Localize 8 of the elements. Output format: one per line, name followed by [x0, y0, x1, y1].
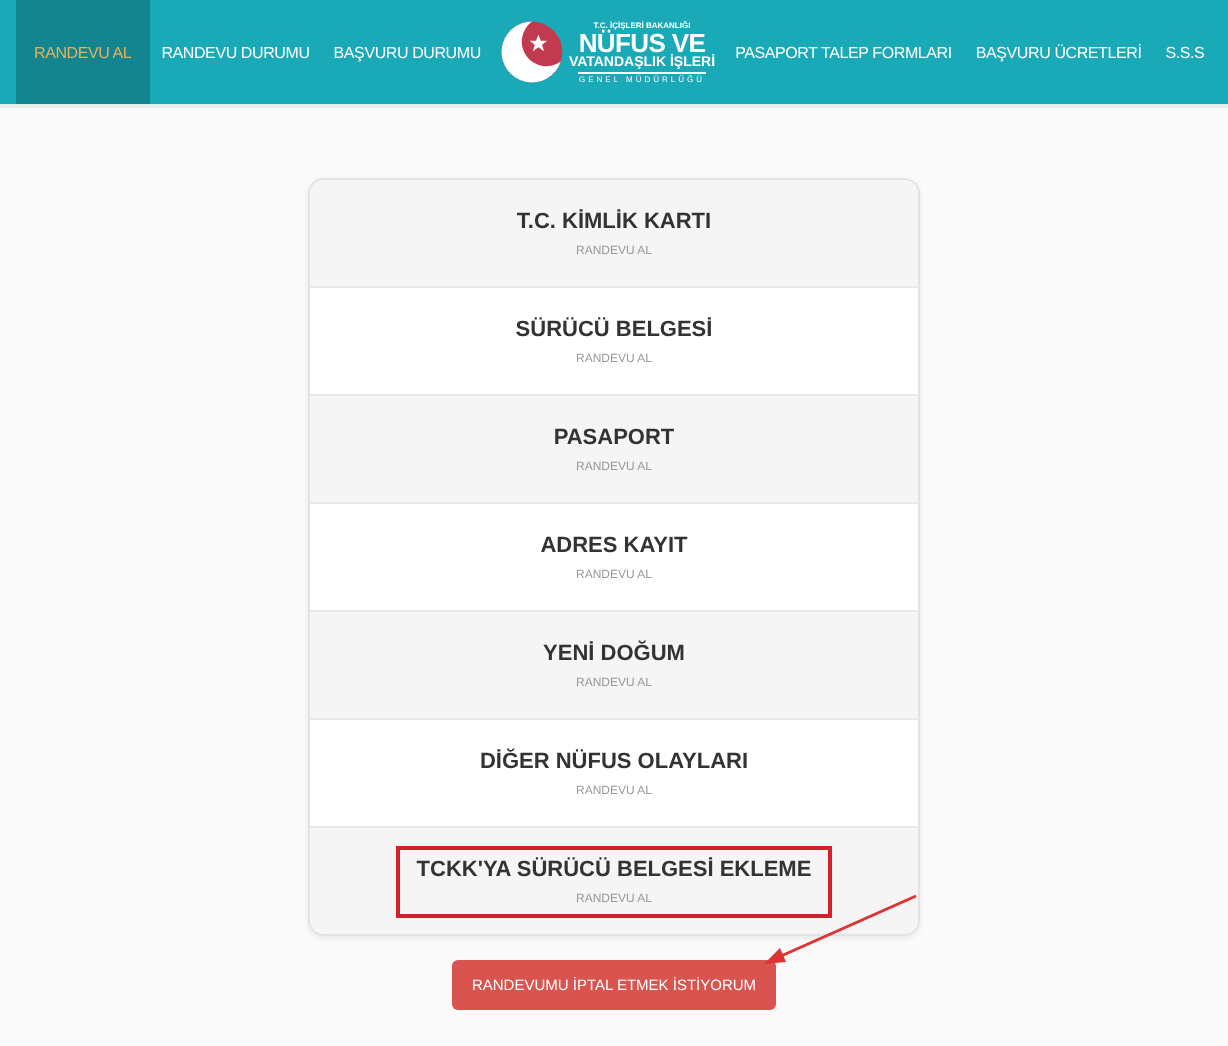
service-title: T.C. KİMLİK KARTI — [516, 209, 712, 233]
service-title: TCKK'YA SÜRÜCÜ BELGESİ EKLEME — [416, 857, 812, 881]
logo-title: NÜFUS VE — [578, 29, 706, 55]
service-title: PASAPORT — [553, 425, 675, 449]
service-title: ADRES KAYIT — [540, 533, 688, 557]
service-title: YENİ DOĞUM — [543, 641, 685, 665]
service-title: DİĞER NÜFUS OLAYLARI — [479, 749, 749, 773]
service-title: SÜRÜCÜ BELGESİ — [515, 317, 713, 341]
